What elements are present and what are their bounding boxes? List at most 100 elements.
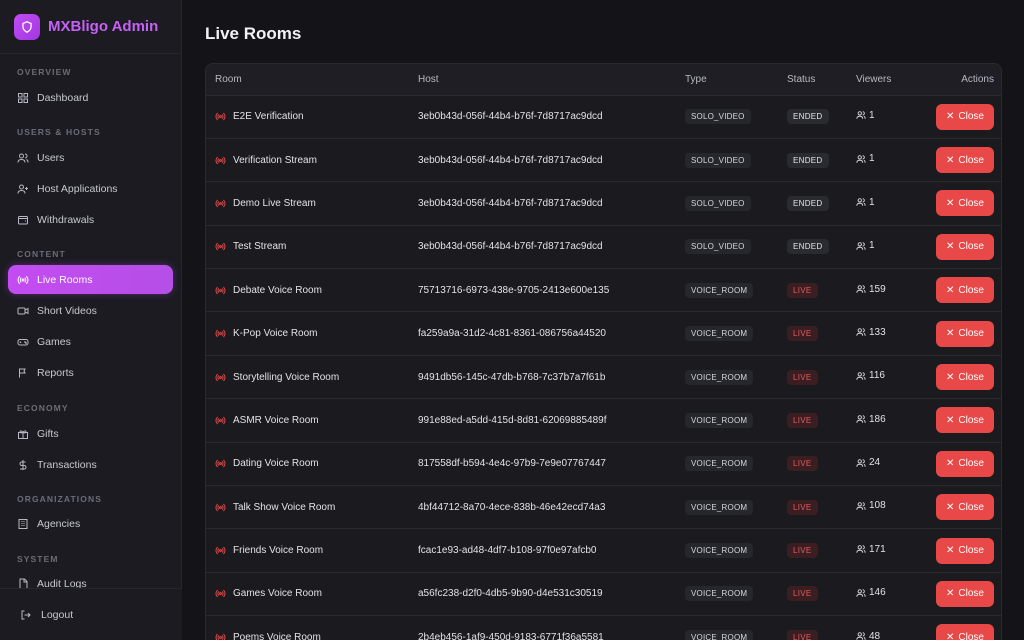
status-cell: LIVE (778, 572, 847, 615)
viewers-icon (856, 588, 866, 597)
sidebar-item-short-videos[interactable]: Short Videos (8, 296, 173, 325)
sidebar-item-dashboard[interactable]: Dashboard (8, 83, 173, 112)
sidebar-item-host-applications[interactable]: Host Applications (8, 174, 173, 203)
table-row: Talk Show Voice Room 4bf44712-8a70-4ece-8… (206, 486, 1001, 529)
sidebar-item-live-rooms[interactable]: Live Rooms (8, 265, 173, 294)
room-cell: Dating Voice Room (206, 442, 409, 485)
logout-icon (21, 610, 31, 619)
status-cell: LIVE (778, 269, 847, 312)
close-room-button[interactable]: ✕ Close (936, 494, 994, 521)
close-icon: ✕ (946, 631, 955, 640)
broadcast-icon (215, 156, 226, 164)
broadcast-icon (215, 546, 226, 555)
table-row: Friends Voice Room fcac1e93-ad48-4df7-b10… (206, 529, 1001, 573)
viewers-icon (856, 241, 866, 250)
close-room-button[interactable]: ✕ Close (936, 233, 994, 260)
status-cell: LIVE (778, 312, 847, 355)
viewer-count: 133 (869, 326, 886, 338)
room-name: Verification Stream (233, 154, 317, 166)
actions-cell: ✕ Close (917, 529, 1001, 572)
sidebar-item-users[interactable]: Users (8, 143, 173, 172)
type-cell: VOICE_ROOM (676, 399, 778, 442)
close-room-button[interactable]: ✕ Close (936, 320, 994, 347)
table-header-row: Room Host Type Status Viewers Actions (206, 64, 1001, 96)
table-row: E2E Verification 3eb0b43d-056f-44b4-b76f-… (206, 95, 1001, 139)
status-cell: LIVE (778, 529, 847, 572)
viewers-icon (856, 328, 866, 337)
type-badge: VOICE_ROOM (685, 456, 754, 472)
sidebar-item-transactions[interactable]: Transactions (8, 450, 173, 479)
room-name: E2E Verification (233, 111, 304, 123)
sidebar-item-games[interactable]: Games (8, 327, 173, 356)
close-room-button[interactable]: ✕ Close (936, 624, 994, 640)
host-id: 3eb0b43d-056f-44b4-b76f-7d8717ac9dcd (418, 111, 603, 123)
sidebar-item-label: Games (37, 335, 71, 348)
type-badge: VOICE_ROOM (685, 586, 754, 602)
close-room-button[interactable]: ✕ Close (936, 407, 994, 434)
type-cell: VOICE_ROOM (676, 355, 778, 398)
actions-cell: ✕ Close (917, 442, 1001, 485)
logout-label: Logout (41, 608, 74, 621)
close-room-button[interactable]: ✕ Close (936, 364, 994, 391)
room-cell: Poems Voice Room (206, 616, 409, 640)
video-icon (17, 307, 29, 314)
close-room-button[interactable]: ✕ Close (936, 537, 994, 564)
close-room-button[interactable]: ✕ Close (936, 580, 994, 607)
logout-button[interactable]: Logout (0, 588, 182, 640)
host-id: 991e88ed-a5dd-415d-8d81-62069885489f (418, 414, 607, 426)
dashboard-icon (18, 92, 28, 103)
close-room-button[interactable]: ✕ Close (936, 103, 994, 130)
users-icon (17, 153, 29, 163)
room-name: K-Pop Voice Room (233, 328, 318, 340)
close-room-button[interactable]: ✕ Close (936, 277, 994, 304)
close-button-label: Close (958, 284, 984, 296)
actions-cell: ✕ Close (917, 269, 1001, 312)
close-button-label: Close (958, 371, 984, 383)
status-cell: ENDED (778, 182, 847, 225)
sidebar-item-label: Reports (37, 366, 74, 379)
type-cell: VOICE_ROOM (676, 442, 778, 485)
room-cell: Friends Voice Room (206, 529, 409, 572)
room-name: Games Voice Room (233, 588, 322, 600)
type-cell: SOLO_VIDEO (676, 225, 778, 268)
close-button-label: Close (958, 588, 984, 600)
section-label-organizations: ORGANIZATIONS (17, 494, 102, 504)
viewers-cell: 1 (847, 225, 917, 268)
brand: MXBligo Admin (0, 0, 181, 54)
sidebar-item-label: Users (37, 151, 65, 164)
close-room-button[interactable]: ✕ Close (936, 190, 994, 217)
sidebar-item-gifts[interactable]: Gifts (8, 419, 173, 448)
close-room-button[interactable]: ✕ Close (936, 147, 994, 174)
close-room-button[interactable]: ✕ Close (936, 450, 994, 477)
actions-cell: ✕ Close (917, 486, 1001, 529)
room-cell: Verification Stream (206, 138, 409, 181)
status-cell: ENDED (778, 138, 847, 181)
viewers-cell: 146 (847, 572, 917, 615)
host-id: a56fc238-d2f0-4db5-9b90-d4e531c30519 (418, 588, 603, 600)
viewers-icon (856, 458, 866, 467)
sidebar-item-agencies[interactable]: Agencies (8, 509, 173, 538)
building-icon (18, 518, 28, 529)
room-name: Debate Voice Room (233, 284, 322, 296)
status-badge: LIVE (787, 282, 818, 298)
column-header-viewers: Viewers (847, 64, 917, 96)
broadcast-icon (215, 460, 226, 468)
status-badge: ENDED (787, 152, 829, 168)
viewers-cell: 1 (847, 182, 917, 225)
viewers-cell: 186 (847, 399, 917, 442)
sidebar-item-label: Live Rooms (37, 273, 93, 286)
sidebar-item-reports[interactable]: Reports (8, 358, 173, 387)
type-badge: VOICE_ROOM (685, 499, 754, 515)
status-badge: LIVE (787, 586, 818, 602)
actions-cell: ✕ Close (917, 399, 1001, 442)
status-cell: LIVE (778, 442, 847, 485)
host-id: 2b4eb456-1af9-450d-9183-6771f36a5581 (418, 631, 604, 640)
close-button-label: Close (958, 241, 984, 253)
sidebar-item-withdrawals[interactable]: Withdrawals (8, 205, 173, 234)
close-button-label: Close (958, 631, 984, 640)
status-cell: LIVE (778, 486, 847, 529)
host-id: 817558df-b594-4e4c-97b9-7e9e07767447 (418, 458, 606, 470)
host-id: 75713716-6973-438e-9705-2413e600e135 (418, 284, 610, 296)
host-id: fcac1e93-ad48-4df7-b108-97f0e97afcb0 (418, 545, 597, 557)
sidebar-item-label: Gifts (37, 427, 59, 440)
